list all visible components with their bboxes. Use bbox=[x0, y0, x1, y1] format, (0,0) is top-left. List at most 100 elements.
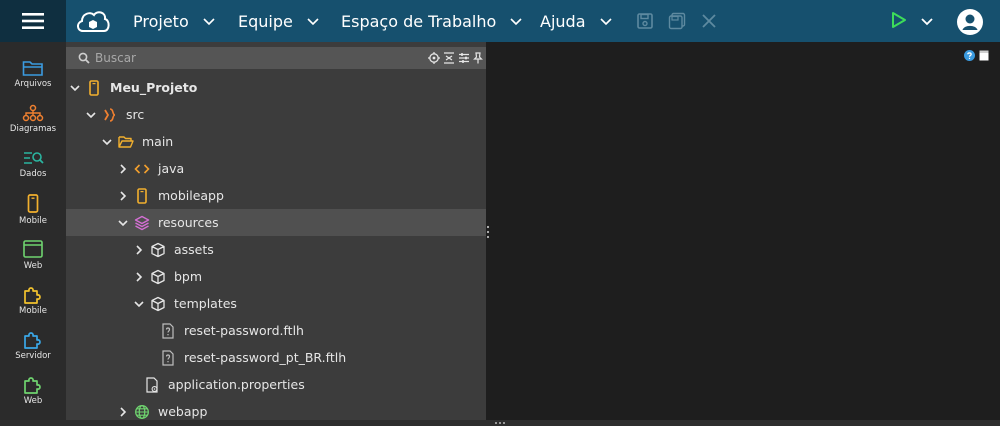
search-icon bbox=[78, 52, 90, 64]
browser-icon bbox=[23, 240, 43, 258]
sidebar-item-mobile-extension[interactable]: Mobile bbox=[0, 284, 66, 328]
menu-equipe-label: Equipe bbox=[238, 11, 293, 31]
package-icon bbox=[151, 269, 165, 284]
drag-handle-icon bbox=[495, 422, 505, 424]
tree-node-reset-password-pt-br[interactable]: reset-password_pt_BR.ftlh bbox=[66, 344, 486, 371]
tree-node-label: reset-password.ftlh bbox=[184, 323, 304, 338]
top-menu-bar: Projeto Equipe Espaço de Trabalho Ajuda bbox=[0, 0, 1000, 42]
folder-open-icon bbox=[118, 135, 134, 148]
tree-node-java[interactable]: java bbox=[66, 155, 486, 182]
chevron-down-icon[interactable] bbox=[86, 110, 96, 120]
sidebar-item-label: Web bbox=[23, 261, 43, 271]
chevron-right-icon[interactable] bbox=[118, 190, 128, 201]
tree-node-label: webapp bbox=[158, 404, 208, 419]
chevron-down-icon[interactable] bbox=[134, 299, 144, 309]
tree-node-resources[interactable]: resources bbox=[66, 209, 486, 236]
locate-icon[interactable] bbox=[428, 52, 440, 64]
chevron-down-icon[interactable] bbox=[118, 218, 128, 228]
bottom-resize-handle[interactable] bbox=[0, 420, 1000, 426]
menu-espaco-de-trabalho[interactable]: Espaço de Trabalho bbox=[341, 0, 522, 42]
sidebar-item-dados[interactable]: Dados bbox=[0, 149, 66, 193]
save-icon[interactable] bbox=[636, 12, 654, 30]
tree-node-application-properties[interactable]: application.properties bbox=[66, 371, 486, 398]
sidebar-item-label: Servidor bbox=[15, 351, 51, 361]
puzzle-icon bbox=[24, 332, 41, 349]
chevron-down-icon bbox=[510, 18, 522, 26]
menu-projeto[interactable]: Projeto bbox=[133, 0, 215, 42]
tree-node-label: application.properties bbox=[168, 377, 305, 392]
chevron-down-icon bbox=[599, 18, 612, 26]
chevron-right-icon[interactable] bbox=[118, 406, 128, 417]
chevron-right-icon[interactable] bbox=[134, 244, 144, 255]
sidebar-item-label: Web bbox=[23, 396, 43, 406]
user-icon bbox=[962, 14, 978, 30]
project-explorer: Buscar Meu_Projeto src main java mobilea… bbox=[66, 42, 486, 422]
chevron-down-icon[interactable] bbox=[70, 83, 80, 93]
sidebar-item-label: Diagramas bbox=[9, 124, 57, 134]
cloud-logo-icon bbox=[77, 11, 110, 32]
unknown-file-icon bbox=[162, 349, 174, 366]
data-search-icon bbox=[24, 152, 44, 164]
hamburger-icon bbox=[22, 13, 44, 29]
chevron-down-icon[interactable] bbox=[102, 137, 112, 147]
folder-icon bbox=[22, 61, 43, 76]
filter-settings-icon[interactable] bbox=[458, 52, 470, 64]
user-avatar[interactable] bbox=[957, 9, 983, 35]
sidebar-item-servidor[interactable]: Servidor bbox=[0, 329, 66, 373]
search-input[interactable]: Buscar bbox=[66, 47, 486, 69]
tree-node-reset-password[interactable]: reset-password.ftlh bbox=[66, 317, 486, 344]
package-icon bbox=[151, 296, 165, 311]
sidebar-item-label: Mobile bbox=[19, 306, 47, 316]
save-all-icon[interactable] bbox=[668, 12, 686, 30]
run-play-icon[interactable] bbox=[890, 11, 908, 29]
source-icon bbox=[104, 107, 116, 122]
menu-ajuda[interactable]: Ajuda bbox=[540, 0, 612, 42]
tree-node-label: src bbox=[126, 107, 145, 122]
globe-icon bbox=[135, 404, 149, 419]
sidebar-item-mobile[interactable]: Mobile bbox=[0, 194, 66, 238]
code-icon bbox=[134, 163, 150, 174]
tree-node-label: java bbox=[158, 161, 185, 176]
tree-node-label: main bbox=[142, 134, 174, 149]
editor-area[interactable] bbox=[490, 42, 1000, 422]
menu-ajuda-label: Ajuda bbox=[540, 11, 586, 31]
package-icon bbox=[151, 242, 165, 257]
tree-node-label: mobileapp bbox=[158, 188, 224, 203]
tree-node-label: reset-password_pt_BR.ftlh bbox=[184, 350, 347, 365]
tree-node-bpm[interactable]: bpm bbox=[66, 263, 486, 290]
puzzle-icon bbox=[24, 377, 41, 394]
sidebar-item-web[interactable]: Web bbox=[0, 239, 66, 283]
tree-node-label: resources bbox=[158, 215, 219, 230]
tree-node-label: templates bbox=[174, 296, 237, 311]
help-icon[interactable] bbox=[964, 50, 975, 61]
run-options-chevron-icon[interactable] bbox=[921, 15, 933, 27]
menu-toggle-button[interactable] bbox=[0, 0, 66, 42]
tree-node-main[interactable]: main bbox=[66, 128, 486, 155]
collapse-all-icon[interactable] bbox=[443, 52, 455, 64]
activity-sidebar: Arquivos Diagramas Dados Mobile Web Mobi… bbox=[0, 42, 66, 426]
sidebar-item-arquivos[interactable]: Arquivos bbox=[0, 59, 66, 103]
sidebar-item-diagramas[interactable]: Diagramas bbox=[0, 104, 66, 148]
chevron-right-icon[interactable] bbox=[134, 271, 144, 282]
tree-node-src[interactable]: src bbox=[66, 101, 486, 128]
menu-equipe[interactable]: Equipe bbox=[238, 0, 319, 42]
mobile-icon bbox=[27, 194, 39, 213]
tree-node-assets[interactable]: assets bbox=[66, 236, 486, 263]
chevron-down-icon bbox=[307, 18, 319, 26]
tree-node-mobileapp[interactable]: mobileapp bbox=[66, 182, 486, 209]
close-icon[interactable] bbox=[700, 12, 718, 30]
menu-projeto-label: Projeto bbox=[133, 11, 189, 31]
mobile-icon bbox=[137, 187, 147, 204]
puzzle-icon bbox=[24, 287, 41, 304]
search-placeholder: Buscar bbox=[95, 51, 136, 65]
tree-node-meu-projeto[interactable]: Meu_Projeto bbox=[66, 74, 486, 101]
sidebar-item-label: Dados bbox=[19, 169, 47, 179]
pin-icon[interactable] bbox=[473, 52, 483, 64]
tree-node-templates[interactable]: templates bbox=[66, 290, 486, 317]
window-icon[interactable] bbox=[979, 50, 989, 61]
sidebar-item-web-extension[interactable]: Web bbox=[0, 374, 66, 418]
chevron-right-icon[interactable] bbox=[118, 163, 128, 174]
tree-node-label: bpm bbox=[174, 269, 203, 284]
settings-file-icon bbox=[146, 376, 158, 393]
tree-node-label: assets bbox=[174, 242, 214, 257]
